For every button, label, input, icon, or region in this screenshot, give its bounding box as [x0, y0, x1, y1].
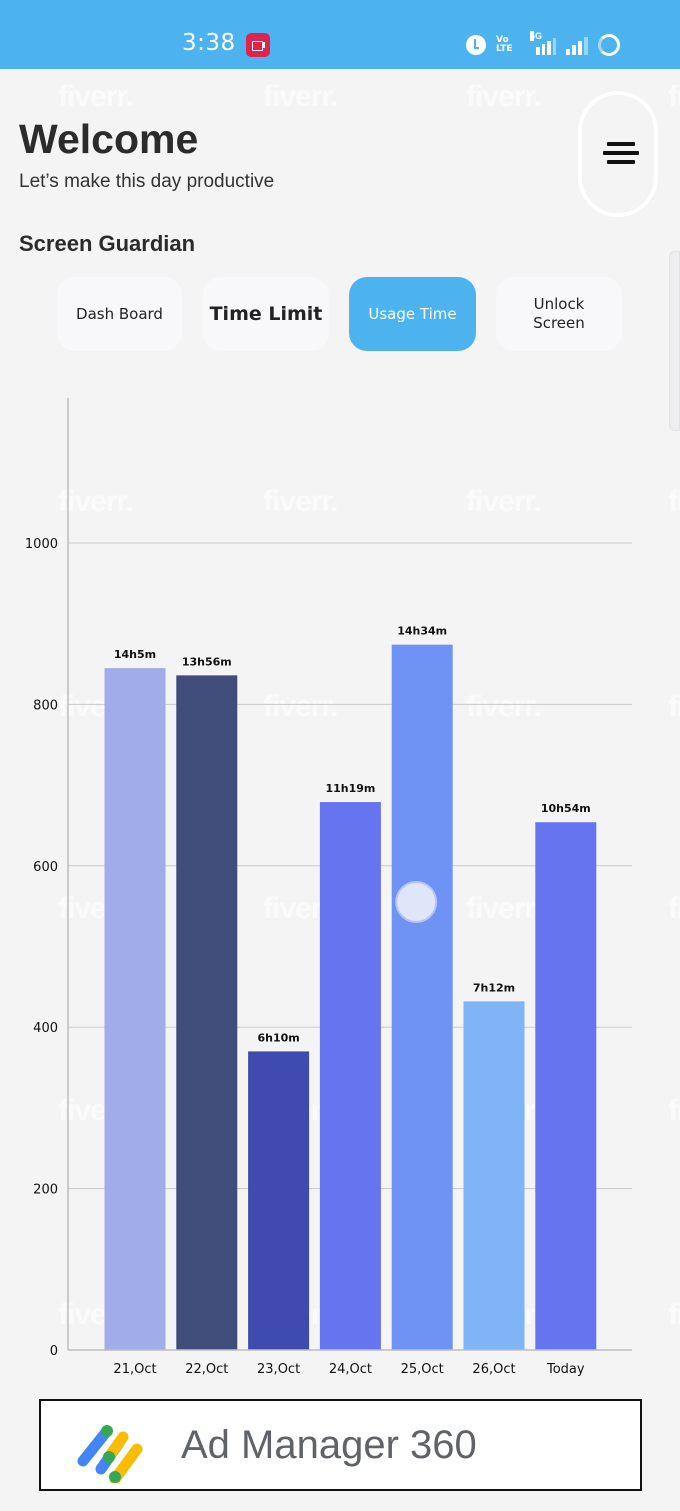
network-label: 4G: [530, 31, 543, 41]
tab-dashboard[interactable]: Dash Board: [57, 277, 182, 351]
bar: [248, 1051, 310, 1350]
bar-data-label: 14h34m: [397, 625, 447, 638]
x-tick-label: 21,Oct: [113, 1362, 156, 1377]
x-tick-label: 22,Oct: [185, 1362, 228, 1377]
watermark-text: fiverr.: [263, 80, 339, 113]
bar-data-label: 11h19m: [325, 782, 375, 795]
bar: [391, 644, 453, 1350]
bar: [535, 822, 597, 1350]
usage-bar-chart: 0 200 400 600 800 1000 14h5m 21,Oct 13h56m 22,Oct…: [25, 397, 632, 1377]
y-tick-label: 400: [33, 1021, 58, 1036]
watermark-text: fiverr.: [58, 80, 134, 113]
ad-manager-logo-icon: [77, 1425, 143, 1483]
y-tick-label: 600: [33, 860, 58, 875]
menu-icon: [603, 142, 639, 166]
signal-4g-icon: 4G: [530, 31, 556, 55]
tab-label: Dash Board: [76, 305, 163, 323]
bar: [463, 1001, 525, 1350]
tab-label: Unlock Screen: [533, 295, 585, 332]
bar-layer: [104, 644, 597, 1350]
x-tick-label: 26,Oct: [472, 1362, 515, 1377]
x-tick-label: Today: [546, 1362, 585, 1377]
status-bar: 3:38 Vo LTE 4G: [0, 0, 680, 69]
y-tick-label: 200: [33, 1183, 58, 1198]
x-tick-label: 24,Oct: [329, 1362, 372, 1377]
touch-indicator: [395, 881, 438, 923]
watermark-text: fiverr.: [466, 80, 542, 113]
menu-button[interactable]: [578, 91, 658, 217]
ad-text: Ad Manager 360: [181, 1423, 477, 1467]
x-tick-label: 23,Oct: [257, 1362, 300, 1377]
bar-data-label: 13h56m: [182, 655, 232, 668]
y-tick-label: 1000: [25, 537, 58, 552]
bar-data-label: 7h12m: [473, 981, 515, 994]
alarm-icon: [466, 35, 486, 55]
bar: [104, 668, 166, 1350]
tab-usage-time[interactable]: Usage Time: [349, 277, 476, 351]
battery-ring-icon: [598, 34, 620, 56]
page-subtitle: Let’s make this day productive: [19, 171, 275, 192]
bar-data-label: 10h54m: [541, 802, 591, 815]
y-tick-label: 800: [33, 698, 58, 713]
section-title: Screen Guardian: [19, 231, 196, 256]
tab-label: Time Limit: [209, 303, 323, 325]
bar: [176, 675, 238, 1350]
ad-banner[interactable]: Ad Manager 360: [39, 1399, 642, 1491]
tab-unlock-screen[interactable]: Unlock Screen: [496, 277, 622, 351]
bar-data-label: 14h5m: [114, 648, 156, 661]
watermark-text: fiverr.: [668, 80, 680, 113]
bar: [319, 802, 381, 1350]
x-tick-label: 25,Oct: [401, 1362, 444, 1377]
tab-label: Usage Time: [368, 305, 457, 323]
status-icons: Vo LTE 4G: [466, 31, 620, 58]
page-title: Welcome: [19, 116, 199, 162]
volte-icon: Vo LTE: [496, 35, 513, 54]
screen-record-icon: [246, 33, 270, 57]
signal-icon: [566, 35, 588, 55]
status-time: 3:38: [182, 30, 236, 56]
y-tick-label: 0: [50, 1344, 58, 1359]
bar-data-label: 6h10m: [257, 1031, 299, 1044]
tab-time-limit[interactable]: Time Limit: [203, 277, 329, 351]
